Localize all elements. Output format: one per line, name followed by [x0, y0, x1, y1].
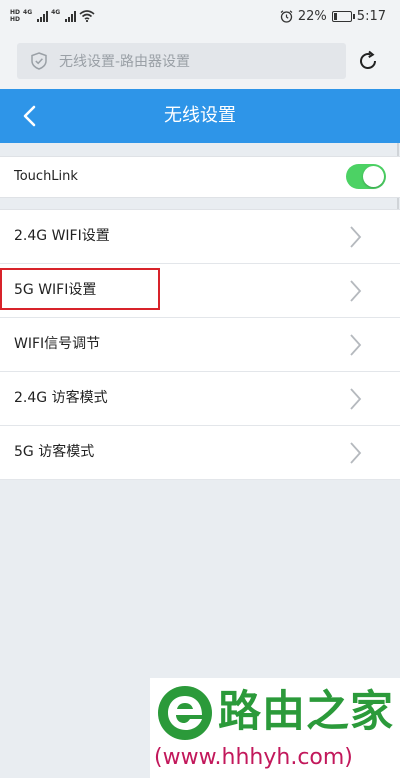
toggle-knob: [363, 166, 384, 187]
chevron-right-icon: [350, 226, 362, 248]
hd-indicator: HD HD: [10, 9, 21, 23]
browser-toolbar: 无线设置-路由器设置: [0, 34, 400, 89]
reload-icon[interactable]: [356, 49, 380, 73]
battery-percent: 22%: [297, 9, 327, 24]
clock-time: 5:17: [356, 9, 386, 24]
watermark: 路由之家 (www.hhhyh.com): [150, 678, 400, 778]
chevron-right-icon: [350, 388, 362, 410]
page-title: 无线设置: [164, 105, 236, 126]
touchlink-label: TouchLink: [14, 169, 78, 184]
chevron-right-icon: [350, 442, 362, 464]
status-bar: HD HD 4G 4G 22% 5:17: [0, 0, 400, 34]
chevron-right-icon: [350, 280, 362, 302]
watermark-url: (www.hhhyh.com): [154, 745, 353, 770]
menu-item-label: 2.4G 访客模式: [14, 390, 108, 406]
brand-logo-icon: [158, 686, 212, 740]
wireless-settings-menu: 2.4G WIFI设置 5G WIFI设置 WIFI信号调节 2.4G 访客模式…: [0, 209, 400, 480]
touchlink-row: TouchLink: [0, 156, 400, 198]
wifi-icon: [79, 10, 95, 22]
chevron-right-icon: [350, 334, 362, 356]
menu-item-5g-wifi-settings[interactable]: 5G WIFI设置: [0, 264, 400, 318]
touchlink-toggle[interactable]: [346, 164, 386, 189]
battery-icon: [331, 11, 355, 22]
alarm-icon: [280, 10, 293, 23]
menu-item-24g-wifi-settings[interactable]: 2.4G WIFI设置: [0, 210, 400, 264]
signal-icon: [37, 10, 49, 22]
network-type-label: 4G: [23, 9, 33, 16]
menu-item-5g-guest-mode[interactable]: 5G 访客模式: [0, 426, 400, 480]
menu-item-label: 5G WIFI设置: [14, 282, 97, 298]
status-right: 22% 5:17: [280, 9, 386, 24]
menu-item-label: 5G 访客模式: [14, 444, 95, 460]
shield-icon: [31, 52, 47, 70]
menu-item-wifi-signal-adjust[interactable]: WIFI信号调节: [0, 318, 400, 372]
menu-item-label: 2.4G WIFI设置: [14, 228, 110, 244]
menu-item-label: WIFI信号调节: [14, 336, 101, 352]
url-bar[interactable]: 无线设置-路由器设置: [17, 43, 346, 79]
status-left: HD HD 4G 4G: [10, 9, 95, 23]
menu-item-24g-guest-mode[interactable]: 2.4G 访客模式: [0, 372, 400, 426]
network-type-label: 4G: [51, 9, 61, 16]
url-text: 无线设置-路由器设置: [59, 54, 191, 70]
app-header: 无线设置: [0, 89, 400, 143]
watermark-brand: 路由之家: [218, 687, 394, 737]
signal-icon: [65, 10, 77, 22]
